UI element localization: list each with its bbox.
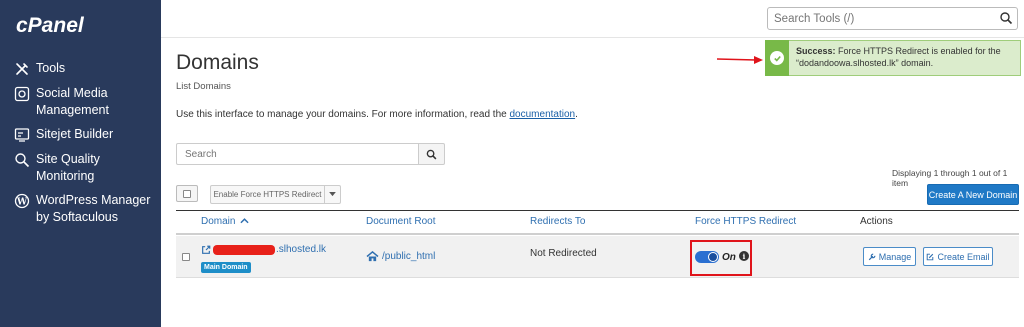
intro-sentence: Use this interface to manage your domain… xyxy=(176,109,510,120)
toggle-knob xyxy=(708,252,718,262)
redacted-domain-mark xyxy=(213,244,275,255)
document-root-path: /public_html xyxy=(382,251,436,262)
column-header-domain[interactable]: Domain xyxy=(201,216,249,227)
intro-period: . xyxy=(575,109,578,120)
wordpress-icon: W xyxy=(14,193,30,209)
manage-button[interactable]: Manage xyxy=(863,247,916,266)
sidebar-item-label: Sitejet Builder xyxy=(36,127,114,141)
edit-icon xyxy=(927,253,934,260)
check-icon xyxy=(770,51,784,65)
info-icon[interactable]: i xyxy=(739,251,749,261)
column-header-force-https[interactable]: Force HTTPS Redirect xyxy=(695,216,796,227)
page-subtitle: List Domains xyxy=(176,81,231,92)
caret-down-icon xyxy=(329,192,336,197)
bulk-action-dropdown[interactable] xyxy=(325,185,341,204)
sort-ascending-icon xyxy=(240,218,249,224)
sidebar-item-label: WordPress Manager by Softaculous xyxy=(36,193,151,224)
external-link-icon xyxy=(202,245,211,254)
social-media-icon xyxy=(14,86,30,102)
sidebar-item-label: Social Media Management xyxy=(36,86,109,117)
column-header-actions: Actions xyxy=(860,216,893,227)
toggle-state-label: On xyxy=(722,252,736,263)
create-email-button[interactable]: Create Email xyxy=(923,247,993,266)
success-alert-side xyxy=(765,40,789,76)
success-alert-message: Success: Force HTTPS Redirect is enabled… xyxy=(796,45,1016,69)
sidebar: cPanel Tools Social Media Management Sit… xyxy=(0,0,161,327)
red-arrow-annotation xyxy=(716,56,763,64)
document-root-link[interactable]: /public_html xyxy=(366,251,435,262)
cpanel-logo[interactable]: cPanel xyxy=(16,14,84,38)
column-header-redirects-to[interactable]: Redirects To xyxy=(530,216,585,227)
search-icon[interactable] xyxy=(999,11,1013,25)
sidebar-item-wordpress[interactable]: W WordPress Manager by Softaculous xyxy=(14,192,159,226)
redirects-to-value: Not Redirected xyxy=(530,248,597,259)
page-title: Domains xyxy=(176,51,259,74)
documentation-link[interactable]: documentation xyxy=(510,109,576,120)
wrench-icon xyxy=(868,253,876,260)
sidebar-item-label: Tools xyxy=(36,61,66,75)
site-quality-icon xyxy=(14,152,30,168)
domain-name: .slhosted.lk xyxy=(276,244,327,255)
search-button[interactable] xyxy=(419,143,445,165)
checkbox xyxy=(183,189,191,198)
search-icon xyxy=(426,149,437,159)
column-header-label: Domain xyxy=(201,216,236,227)
sidebar-item-social-media[interactable]: Social Media Management xyxy=(14,85,154,119)
sidebar-item-site-quality[interactable]: Site Quality Monitoring xyxy=(14,151,154,185)
create-domain-button[interactable]: Create A New Domain xyxy=(927,184,1019,205)
sidebar-item-sitejet[interactable]: Sitejet Builder xyxy=(14,126,113,143)
manage-label: Manage xyxy=(878,251,912,262)
row-checkbox[interactable] xyxy=(182,253,190,261)
home-icon xyxy=(366,251,379,262)
tools-icon xyxy=(14,61,30,77)
create-email-label: Create Email xyxy=(937,251,990,262)
select-all-checkbox[interactable] xyxy=(176,185,198,202)
search-tools-input[interactable] xyxy=(767,7,1018,30)
sidebar-item-tools[interactable]: Tools xyxy=(14,60,65,77)
sidebar-item-label: Site Quality Monitoring xyxy=(36,152,100,183)
force-https-toggle[interactable] xyxy=(695,251,719,263)
domain-link[interactable]: .slhosted.lk xyxy=(201,244,326,255)
sitejet-icon xyxy=(14,127,30,143)
svg-text:W: W xyxy=(16,198,28,208)
intro-text: Use this interface to manage your domain… xyxy=(176,109,578,120)
main-domain-badge: Main Domain xyxy=(201,262,251,273)
domain-search-input[interactable] xyxy=(176,143,419,165)
column-header-document-root[interactable]: Document Root xyxy=(366,216,435,227)
enable-force-https-button[interactable]: Enable Force HTTPS Redirect xyxy=(210,185,325,204)
success-label: Success: xyxy=(796,46,836,56)
